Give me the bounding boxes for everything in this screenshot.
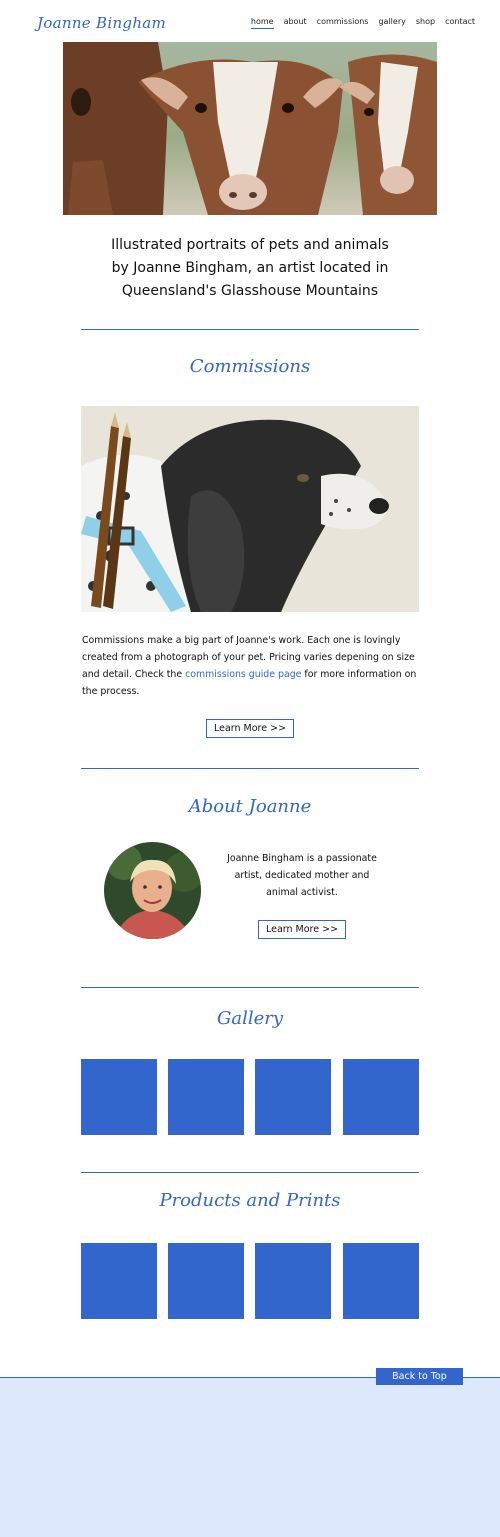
nav-commissions[interactable]: commissions bbox=[317, 17, 369, 29]
dog-portrait-image bbox=[81, 406, 419, 612]
nav-about[interactable]: about bbox=[284, 17, 307, 29]
section-divider bbox=[81, 987, 419, 988]
gallery-title: Gallery bbox=[216, 1008, 284, 1029]
gallery-tile[interactable] bbox=[255, 1059, 331, 1135]
about-learn-more-button[interactable]: Learn More >> bbox=[258, 920, 346, 939]
intro-line: Illustrated portraits of pets and animal… bbox=[111, 237, 389, 253]
intro-line: by Joanne Bingham, an artist located in bbox=[111, 260, 389, 276]
intro-tagline: Illustrated portraits of pets and animal… bbox=[50, 234, 450, 303]
hero-cows-image bbox=[63, 42, 437, 215]
section-divider bbox=[81, 768, 419, 769]
avatar bbox=[104, 842, 201, 939]
about-description: Joanne Bingham is a passionate artist, d… bbox=[227, 853, 377, 898]
product-tile[interactable] bbox=[343, 1243, 419, 1319]
product-tile[interactable] bbox=[81, 1243, 157, 1319]
site-logo[interactable]: Joanne Bingham bbox=[37, 14, 166, 32]
product-tile[interactable] bbox=[255, 1243, 331, 1319]
gallery-tile[interactable] bbox=[343, 1059, 419, 1135]
intro-line: Queensland's Glasshouse Mountains bbox=[121, 283, 379, 299]
nav-contact[interactable]: contact bbox=[445, 17, 475, 29]
nav-home[interactable]: home bbox=[250, 17, 274, 29]
section-divider bbox=[81, 1172, 419, 1173]
gallery-tile[interactable] bbox=[168, 1059, 244, 1135]
back-to-top-button[interactable]: Back to Top bbox=[376, 1368, 463, 1385]
about-title: About Joanne bbox=[188, 796, 312, 817]
commissions-guide-link[interactable]: commissions guide page bbox=[185, 669, 301, 680]
footer bbox=[0, 1377, 500, 1537]
commissions-learn-more-button[interactable]: Learn More >> bbox=[206, 719, 294, 738]
gallery-tile[interactable] bbox=[81, 1059, 157, 1135]
section-divider bbox=[81, 329, 419, 330]
commissions-title: Commissions bbox=[189, 356, 311, 377]
product-tile[interactable] bbox=[168, 1243, 244, 1319]
main-nav: home about commissions gallery shop cont… bbox=[250, 17, 475, 29]
nav-shop[interactable]: shop bbox=[416, 17, 435, 29]
nav-gallery[interactable]: gallery bbox=[378, 17, 405, 29]
commissions-description: Commissions make a big part of Joanne's … bbox=[82, 632, 418, 700]
products-title: Products and Prints bbox=[159, 1190, 341, 1211]
